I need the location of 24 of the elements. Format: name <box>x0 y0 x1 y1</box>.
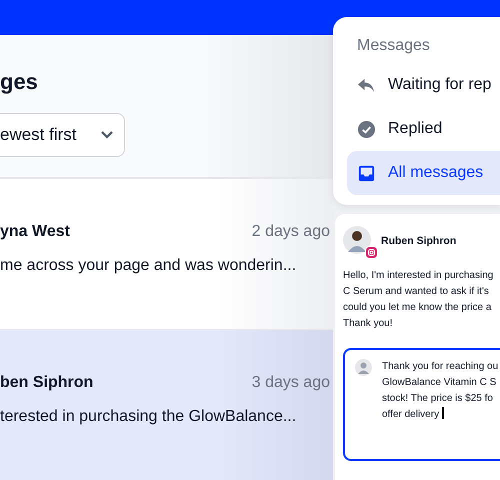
check-circle-icon <box>357 120 376 138</box>
page-heading: ges <box>0 68 39 96</box>
inbox-icon <box>357 164 376 182</box>
sort-dropdown[interactable]: ewest first <box>0 113 125 157</box>
text-cursor <box>442 407 444 419</box>
message-preview: me across your page and was wonderin... <box>0 257 298 275</box>
sender-name: ben Siphron <box>0 374 94 392</box>
timestamp: 3 days ago <box>252 374 330 392</box>
avatar <box>343 226 371 254</box>
menu-title: Messages <box>356 37 431 55</box>
message-preview: terested in purchasing the GlowBalance... <box>0 408 298 426</box>
menu-item[interactable]: Waiting for rep <box>347 63 500 107</box>
camera-icon <box>365 246 378 259</box>
user-icon <box>355 359 372 376</box>
sender-name: Ruben Siphron <box>381 235 456 247</box>
sender-name: yna West <box>0 223 70 241</box>
conversation-item[interactable]: yna West 2 days ago me across your page and was wonderin... <box>0 179 333 330</box>
menu-item[interactable]: Replied <box>347 107 500 151</box>
message-text: Hello, I'm interested in purchasing C Serum and wanted to ask if it's could you let me know the price a Thank you! <box>343 269 494 331</box>
timestamp: 2 days ago <box>252 223 330 241</box>
caret-icon <box>100 130 114 140</box>
conversation-item[interactable]: ben Siphron 3 days ago terested in purchasing the GlowBalance... <box>0 330 333 480</box>
menu-item[interactable]: All messages <box>347 151 500 195</box>
reply-field[interactable]: Thank you for reaching ou GlowBalance Vitamin C S stock! The price is $25 fo offer delivery <box>343 348 500 461</box>
